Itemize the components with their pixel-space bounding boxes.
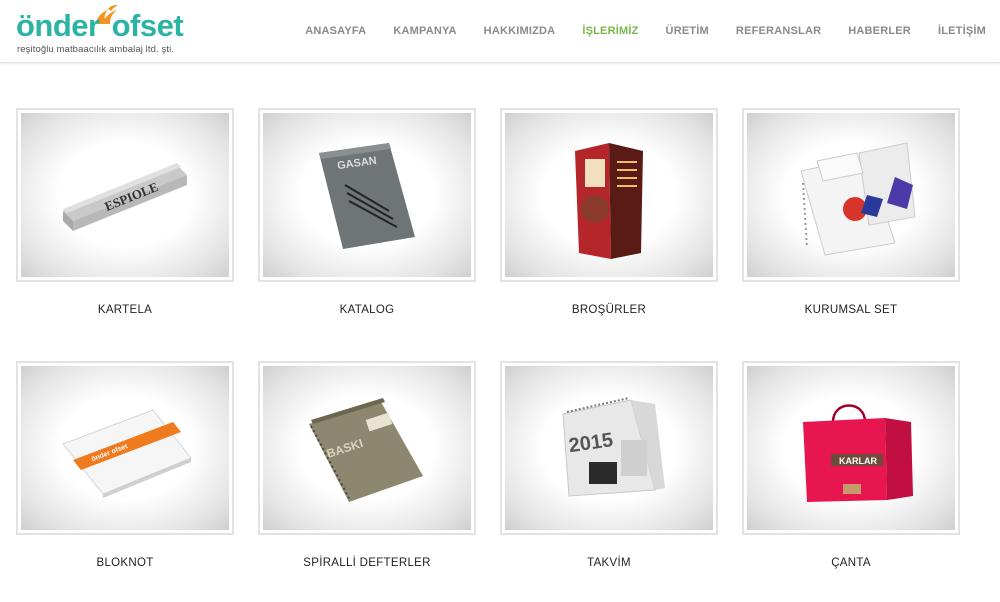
- nav-item-hakkimizda[interactable]: HAKKIMIZDA: [484, 25, 556, 37]
- bloknot-image: önder ofset: [62, 409, 192, 498]
- product-label[interactable]: BLOKNOT: [16, 557, 234, 569]
- product-card-canta[interactable]: KARLAR ÇANTA: [742, 361, 960, 569]
- product-label[interactable]: BROŞÜRLER: [500, 304, 718, 316]
- logo-wordmark: önder ofset: [16, 8, 184, 43]
- nav-item-iletisim[interactable]: İLETİŞİM: [938, 25, 986, 37]
- product-thumbnail[interactable]: KARLAR: [742, 361, 960, 535]
- product-thumbnail[interactable]: 2015: [500, 361, 718, 535]
- nav-item-haberler[interactable]: HABERLER: [848, 25, 911, 37]
- product-thumbnail[interactable]: önder ofset: [16, 361, 234, 535]
- main-nav: ANASAYFA KAMPANYA HAKKIMIZDA İŞLERİMİZ Ü…: [278, 0, 986, 62]
- nav-item-uretim[interactable]: ÜRETİM: [666, 25, 709, 37]
- nav-item-kampanya[interactable]: KAMPANYA: [393, 25, 456, 37]
- product-card-kurumsal-set[interactable]: KURUMSAL SET: [742, 108, 960, 316]
- product-label[interactable]: SPİRALLİ DEFTERLER: [258, 557, 476, 569]
- nav-item-anasayfa[interactable]: ANASAYFA: [305, 25, 366, 37]
- product-card-spiralli-defterler[interactable]: BASKI SPİRALLİ DEFTERLER: [258, 361, 476, 569]
- katalog-image: GASAN: [319, 143, 415, 249]
- product-label[interactable]: KATALOG: [258, 304, 476, 316]
- product-thumbnail[interactable]: [742, 108, 960, 282]
- product-label[interactable]: KURUMSAL SET: [742, 304, 960, 316]
- logo-word-1: önder: [16, 8, 100, 43]
- product-thumbnail[interactable]: GASAN: [258, 108, 476, 282]
- site-header: önder ofset reşitoğlu matbaacılık ambalaj…: [0, 0, 1000, 63]
- product-thumbnail[interactable]: [500, 108, 718, 282]
- kartela-image: ESPIOLE: [63, 163, 187, 231]
- product-card-katalog[interactable]: GASAN KATALOG: [258, 108, 476, 316]
- nav-item-referanslar[interactable]: REFERANSLAR: [736, 25, 821, 37]
- product-label[interactable]: TAKVİM: [500, 557, 718, 569]
- canta-print: KARLAR: [839, 456, 877, 466]
- takvim-image: 2015: [562, 397, 665, 497]
- product-label[interactable]: ÇANTA: [742, 557, 960, 569]
- product-label[interactable]: KARTELA: [16, 304, 234, 316]
- logo-word-2: ofset: [111, 8, 184, 43]
- product-card-takvim[interactable]: 2015 TAKVİM: [500, 361, 718, 569]
- product-card-brosurler[interactable]: BROŞÜRLER: [500, 108, 718, 316]
- brosur-image: [575, 143, 643, 259]
- product-thumbnail[interactable]: BASKI: [258, 361, 476, 535]
- logo-tagline: reşitoğlu matbaacılık ambalaj ltd. şti.: [17, 44, 175, 55]
- canta-image: KARLAR: [803, 404, 913, 502]
- spiralli-defter-image: BASKI: [309, 398, 423, 502]
- kurumsal-set-image: [800, 142, 916, 256]
- product-card-bloknot[interactable]: önder ofset BLOKNOT: [16, 361, 234, 569]
- nav-item-islerimiz[interactable]: İŞLERİMİZ: [582, 25, 638, 37]
- product-thumbnail[interactable]: ESPIOLE: [16, 108, 234, 282]
- product-card-kartela[interactable]: ESPIOLE KARTELA: [16, 108, 234, 316]
- logo[interactable]: önder ofset reşitoğlu matbaacılık ambalaj…: [14, 4, 184, 60]
